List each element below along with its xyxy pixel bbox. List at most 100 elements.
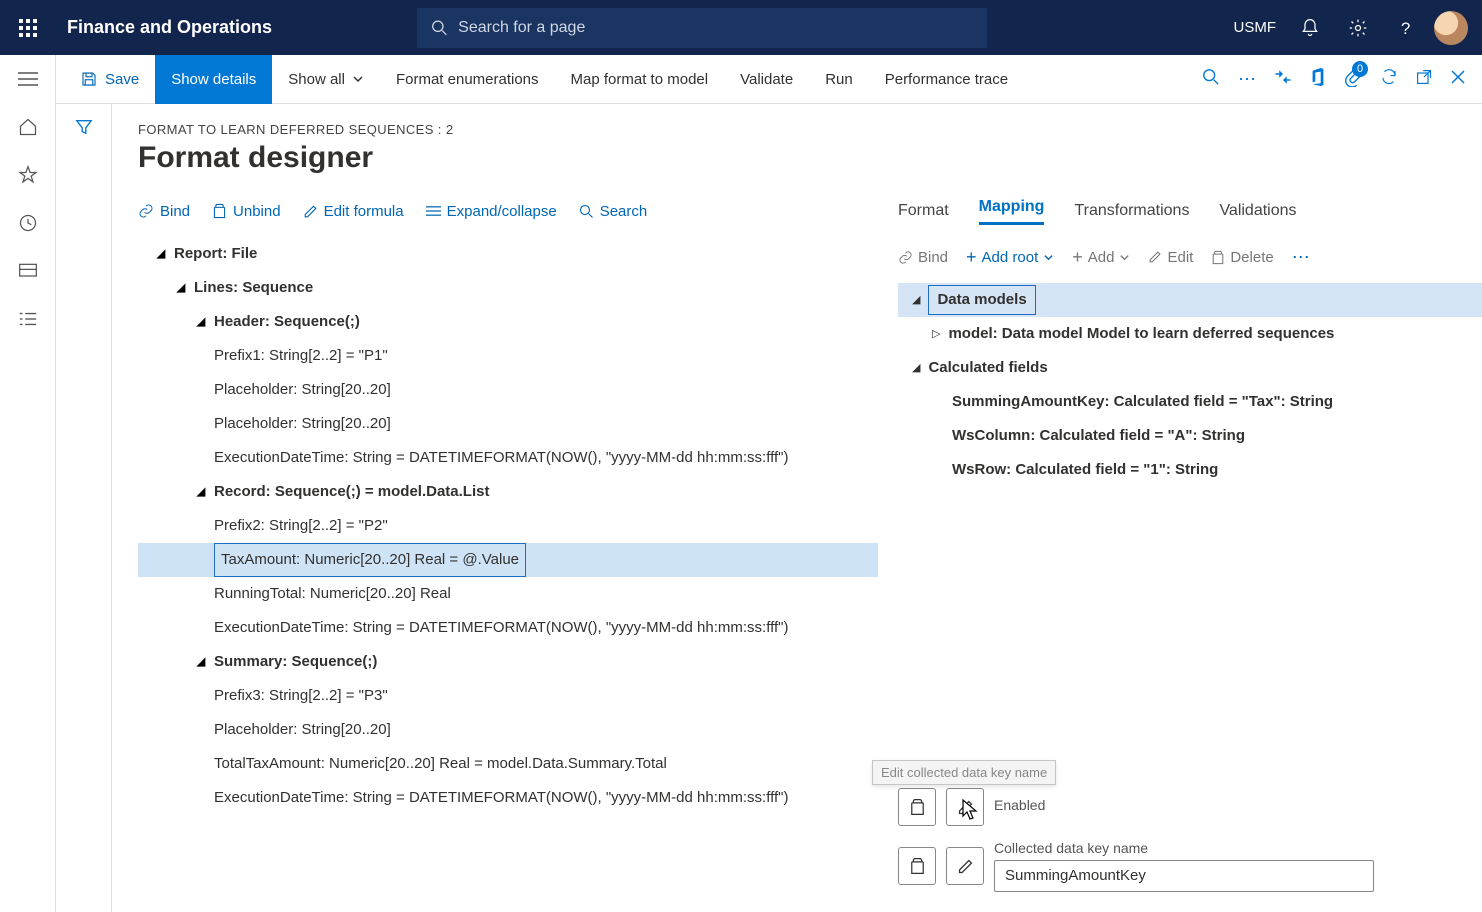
more-icon[interactable]: ⋯ <box>1238 69 1256 90</box>
tree-node[interactable]: Placeholder: String[20..20] <box>138 713 878 747</box>
popout-icon[interactable] <box>1416 69 1432 90</box>
mapping-node[interactable]: WsColumn: Calculated field = "A": String <box>898 419 1482 453</box>
tree-search-button[interactable]: Search <box>579 203 648 220</box>
avatar[interactable] <box>1434 11 1468 45</box>
mapping-node-selected[interactable]: ◢Data models <box>898 283 1482 317</box>
edit-collected-button[interactable] <box>946 847 984 885</box>
workspace-icon[interactable] <box>8 261 48 281</box>
pencil-icon <box>1148 250 1162 264</box>
favorite-icon[interactable] <box>8 165 48 185</box>
unbind-button[interactable]: Unbind <box>212 203 281 220</box>
search-icon <box>579 204 594 219</box>
edit-formula-button[interactable]: Edit formula <box>303 203 404 220</box>
recent-icon[interactable] <box>8 213 48 233</box>
company-label[interactable]: USMF <box>1234 19 1277 36</box>
close-icon[interactable] <box>1450 69 1466 90</box>
attachments-icon[interactable]: 0 <box>1344 67 1362 92</box>
command-bar: Save Show details Show all Format enumer… <box>56 55 1482 104</box>
tab-mapping[interactable]: Mapping <box>979 198 1045 225</box>
search-command-icon[interactable] <box>1202 68 1220 91</box>
refresh-icon[interactable] <box>1380 68 1398 91</box>
mapping-node[interactable]: WsRow: Calculated field = "1": String <box>898 453 1482 487</box>
show-details-button[interactable]: Show details <box>155 55 272 104</box>
search-input[interactable] <box>458 19 973 37</box>
bind-button[interactable]: Bind <box>138 203 190 220</box>
chevron-down-icon <box>352 73 364 85</box>
tab-validations[interactable]: Validations <box>1219 202 1296 220</box>
tree-node[interactable]: ◢Record: Sequence(;) = model.Data.List <box>138 475 878 509</box>
mapping-node[interactable]: SummingAmountKey: Calculated field = "Ta… <box>898 385 1482 419</box>
chevron-down-icon <box>1119 252 1130 263</box>
notification-icon[interactable] <box>1290 8 1330 48</box>
trash-icon <box>909 798 926 816</box>
format-tree[interactable]: ◢Report: File ◢Lines: Sequence ◢Header: … <box>138 237 878 815</box>
format-tree-panel: Bind Unbind Edit formula Expand/collapse… <box>138 193 878 912</box>
property-panel: Enabled Collected data key name SummingA… <box>898 788 1462 892</box>
tab-transformations[interactable]: Transformations <box>1074 202 1189 220</box>
delete-collected-button[interactable] <box>898 847 936 885</box>
tree-node-selected: TaxAmount: Numeric[20..20] Real = @.Valu… <box>214 543 526 577</box>
tree-node[interactable]: Prefix3: String[2..2] = "P3" <box>138 679 878 713</box>
tree-node[interactable]: ◢Lines: Sequence <box>138 271 878 305</box>
tree-node[interactable]: TotalTaxAmount: Numeric[20..20] Real = m… <box>138 747 878 781</box>
help-icon[interactable]: ? <box>1386 8 1426 48</box>
page-title: Format designer <box>138 141 1482 175</box>
hamburger-icon[interactable] <box>8 69 48 89</box>
delete-button[interactable]: Delete <box>1211 249 1273 266</box>
validate-button[interactable]: Validate <box>724 55 809 104</box>
tree-node[interactable]: ExecutionDateTime: String = DATETIMEFORM… <box>138 441 878 475</box>
save-label: Save <box>105 71 139 88</box>
brand-title: Finance and Operations <box>67 17 272 38</box>
tree-node[interactable]: ◢Header: Sequence(;) <box>138 305 878 339</box>
mapping-node[interactable]: ◢Calculated fields <box>898 351 1482 385</box>
save-button[interactable]: Save <box>64 55 155 104</box>
mapping-node[interactable]: ▷model: Data model Model to learn deferr… <box>898 317 1482 351</box>
tree-node[interactable]: ◢Report: File <box>138 237 878 271</box>
pencil-icon <box>303 204 318 219</box>
tree-node[interactable]: Prefix1: String[2..2] = "P1" <box>138 339 878 373</box>
office-icon[interactable] <box>1310 68 1326 91</box>
tree-node[interactable]: Placeholder: String[20..20] <box>138 373 878 407</box>
mapping-bind-button[interactable]: Bind <box>898 249 948 266</box>
trash-icon <box>1211 250 1225 265</box>
run-button[interactable]: Run <box>809 55 869 104</box>
global-search[interactable] <box>417 8 987 48</box>
format-enumerations-button[interactable]: Format enumerations <box>380 55 555 104</box>
expand-collapse-button[interactable]: Expand/collapse <box>426 203 557 220</box>
tab-format[interactable]: Format <box>898 202 949 220</box>
edit-button[interactable]: Edit <box>1148 249 1193 266</box>
tree-node[interactable]: ◢Summary: Sequence(;) <box>138 645 878 679</box>
connector-icon[interactable] <box>1274 68 1292 91</box>
filter-icon[interactable] <box>75 118 93 912</box>
performance-trace-button[interactable]: Performance trace <box>869 55 1024 104</box>
link-icon <box>138 203 154 219</box>
home-icon[interactable] <box>8 117 48 137</box>
tree-node[interactable]: ExecutionDateTime: String = DATETIMEFORM… <box>138 781 878 815</box>
mapping-panel: Format Mapping Transformations Validatio… <box>898 193 1482 912</box>
svg-text:?: ? <box>1401 18 1410 37</box>
add-button[interactable]: +Add <box>1072 247 1130 268</box>
tree-node[interactable]: Prefix2: String[2..2] = "P2" <box>138 509 878 543</box>
collected-label: Collected data key name <box>994 840 1462 856</box>
trash-icon <box>212 203 227 219</box>
show-all-button[interactable]: Show all <box>272 55 380 104</box>
app-launcher-icon[interactable] <box>0 0 55 55</box>
delete-enabled-button[interactable] <box>898 788 936 826</box>
collected-value[interactable]: SummingAmountKey <box>994 860 1374 892</box>
breadcrumb: FORMAT TO LEARN DEFERRED SEQUENCES : 2 <box>138 122 1482 137</box>
tree-node[interactable]: RunningTotal: Numeric[20..20] Real <box>138 577 878 611</box>
tooltip: Edit collected data key name <box>872 760 1056 785</box>
global-header: Finance and Operations USMF ? <box>0 0 1482 55</box>
tree-node[interactable]: ExecutionDateTime: String = DATETIMEFORM… <box>138 611 878 645</box>
attachments-badge: 0 <box>1352 61 1368 77</box>
tree-node[interactable]: Placeholder: String[20..20] <box>138 407 878 441</box>
tree-node-selected-row[interactable]: TaxAmount: Numeric[20..20] Real = @.Valu… <box>138 543 878 577</box>
search-icon <box>431 19 448 37</box>
map-format-button[interactable]: Map format to model <box>555 55 725 104</box>
filter-column <box>56 104 112 912</box>
add-root-button[interactable]: +Add root <box>966 247 1054 268</box>
gear-icon[interactable] <box>1338 8 1378 48</box>
modules-icon[interactable] <box>8 309 48 329</box>
more-button[interactable]: ⋯ <box>1292 247 1310 268</box>
mapping-tree[interactable]: ◢Data models ▷model: Data model Model to… <box>898 283 1482 487</box>
